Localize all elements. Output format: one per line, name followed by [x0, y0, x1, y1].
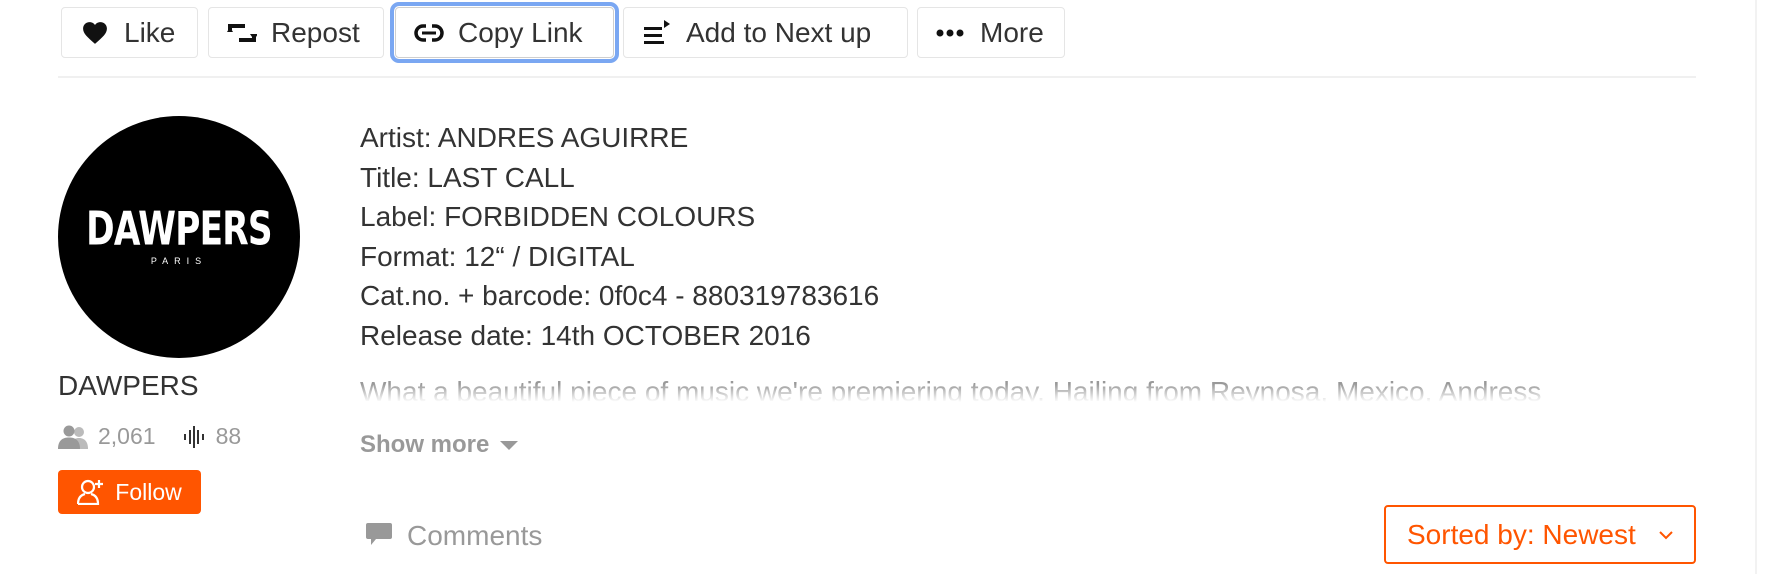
follow-label: Follow [115, 478, 182, 505]
metadata-release-date: Release date: 14th OCTOBER 2016 [360, 319, 811, 351]
repost-button[interactable]: Repost [208, 7, 384, 58]
divider [58, 76, 1696, 78]
sort-dropdown[interactable]: Sorted by: Newest [1384, 505, 1696, 564]
metadata-format: Format: 12“ / DIGITAL [360, 240, 635, 272]
sort-label: Sorted by: Newest [1407, 518, 1636, 550]
tracks-stat[interactable]: 88 [182, 423, 242, 450]
followers-count: 2,061 [98, 423, 156, 449]
tracks-count: 88 [215, 423, 242, 449]
metadata-label: Label: FORBIDDEN COLOURS [360, 201, 756, 233]
avatar-logo-subtext: PARIS [150, 256, 208, 266]
caret-down-icon [500, 441, 519, 450]
description-fade [360, 384, 1696, 402]
comment-icon [366, 523, 392, 545]
like-label: Like [124, 16, 176, 48]
heart-icon [80, 18, 110, 48]
metadata-title: Title: LAST CALL [360, 161, 575, 193]
add-user-icon [77, 479, 104, 505]
more-button[interactable]: More [917, 7, 1065, 58]
add-to-next-up-button[interactable]: Add to Next up [623, 7, 908, 58]
user-name[interactable]: DAWPERS [58, 370, 199, 402]
copy-link-button[interactable]: Copy Link [390, 2, 619, 63]
repost-icon [227, 18, 257, 48]
metadata-catno: Cat.no. + barcode: 0f0c4 - 880319783616 [360, 280, 880, 312]
metadata-artist: Artist: ANDRES AGUIRRE [360, 122, 689, 153]
comments-label: Comments [407, 520, 543, 551]
like-button[interactable]: Like [61, 7, 198, 58]
comments-header: Comments [365, 520, 542, 552]
show-more-label: Show more [360, 431, 490, 458]
add-to-next-up-label: Add to Next up [686, 16, 872, 48]
ellipsis-icon [936, 18, 966, 48]
follow-button[interactable]: Follow [58, 470, 201, 514]
followers-stat[interactable]: 2,061 [58, 423, 156, 450]
link-icon [414, 18, 444, 48]
show-more-button[interactable]: Show more [360, 431, 519, 459]
copy-link-label: Copy Link [458, 16, 583, 48]
vertical-divider [1755, 0, 1757, 574]
avatar[interactable]: DAWPERS PARIS [58, 116, 300, 358]
more-label: More [980, 16, 1044, 48]
chevron-down-icon [1659, 530, 1673, 539]
track-metadata: Artist: ANDRES AGUIRRE Title: LAST CALL … [360, 118, 879, 356]
user-stats: 2,061 88 [58, 423, 241, 450]
followers-icon [58, 425, 88, 449]
queue-icon [642, 18, 672, 48]
repost-label: Repost [271, 16, 360, 48]
avatar-logo-text: DAWPERS [86, 202, 272, 257]
tracks-icon [183, 425, 204, 448]
